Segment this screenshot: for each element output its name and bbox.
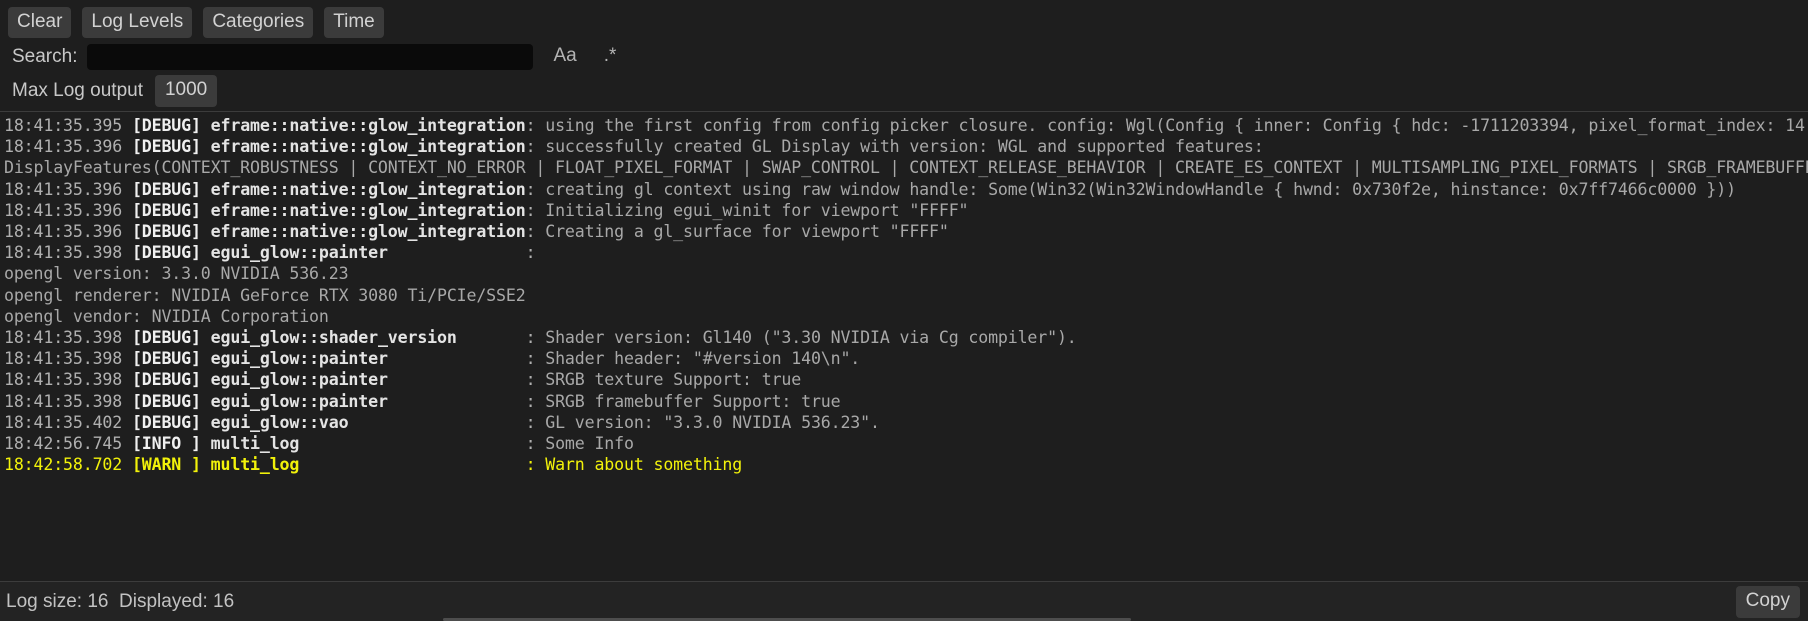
log-target: eframe::native::glow_integration bbox=[210, 179, 526, 199]
log-level-badge: [WARN ] bbox=[131, 455, 211, 475]
log-timestamp: 18:41:35.395 bbox=[4, 116, 132, 135]
log-separator: : bbox=[525, 455, 546, 475]
log-message: SRGB framebuffer Support: true bbox=[545, 391, 841, 411]
max-log-output-value[interactable]: 1000 bbox=[154, 75, 218, 107]
log-timestamp: 18:41:35.398 bbox=[4, 243, 132, 263]
status-bar: Log size: 16 Displayed: 16 Copy bbox=[0, 582, 1808, 621]
log-viewer-window: Clear Log Levels Categories Time Search:… bbox=[0, 0, 1808, 621]
log-target: egui_glow::painter bbox=[210, 349, 526, 369]
log-target: multi_log bbox=[210, 434, 526, 454]
log-message: Warn about something bbox=[545, 455, 743, 475]
log-entry: 18:41:35.398 [DEBUG] egui_glow::painter … bbox=[4, 369, 1808, 390]
categories-button[interactable]: Categories bbox=[203, 6, 314, 38]
log-separator: : bbox=[525, 349, 546, 369]
log-entry: 18:41:35.396 [DEBUG] eframe::native::glo… bbox=[4, 179, 1808, 200]
log-separator: : bbox=[525, 179, 546, 199]
log-separator: : bbox=[525, 391, 546, 411]
log-target: eframe::native::glow_integration bbox=[210, 137, 526, 157]
log-separator: : bbox=[525, 434, 546, 454]
log-entry: 18:41:35.402 [DEBUG] egui_glow::vao : GL… bbox=[4, 412, 1808, 433]
log-timestamp: 18:41:35.398 bbox=[4, 370, 132, 390]
log-entry: 18:41:35.396 [DEBUG] eframe::native::glo… bbox=[4, 221, 1808, 242]
toolbar-button-row: Clear Log Levels Categories Time bbox=[8, 6, 1800, 38]
log-level-badge: [INFO ] bbox=[131, 434, 211, 454]
search-input[interactable] bbox=[87, 44, 534, 70]
clear-button[interactable]: Clear bbox=[8, 6, 72, 38]
copy-button[interactable]: Copy bbox=[1735, 585, 1800, 618]
log-timestamp: 18:41:35.398 bbox=[4, 349, 132, 369]
log-entry: 18:41:35.395 [DEBUG] eframe::native::glo… bbox=[4, 115, 1808, 136]
log-timestamp: 18:41:35.396 bbox=[4, 222, 132, 242]
log-entry: 18:41:35.396 [DEBUG] eframe::native::glo… bbox=[4, 200, 1808, 221]
log-separator: : bbox=[525, 412, 546, 432]
log-target: egui_glow::vao bbox=[210, 412, 526, 432]
log-separator: : bbox=[525, 222, 546, 242]
match-case-toggle[interactable]: Aa bbox=[546, 42, 583, 72]
log-timestamp: 18:42:58.702 bbox=[4, 455, 132, 475]
log-message: creating gl context using raw window han… bbox=[545, 179, 1736, 199]
log-target: eframe::native::glow_integration bbox=[210, 200, 526, 220]
log-entry: 18:41:35.396 [DEBUG] eframe::native::glo… bbox=[4, 136, 1808, 178]
log-entry: 18:42:58.702 [WARN ] multi_log : Warn ab… bbox=[4, 454, 1808, 475]
log-message: opengl version: 3.3.0 NVIDIA 536.23 open… bbox=[4, 264, 526, 326]
log-target: egui_glow::painter bbox=[210, 391, 526, 411]
max-log-output-label: Max Log output bbox=[12, 80, 143, 101]
log-timestamp: 18:41:35.402 bbox=[4, 412, 132, 432]
toolbar: Clear Log Levels Categories Time Search:… bbox=[0, 0, 1808, 107]
time-button[interactable]: Time bbox=[324, 6, 384, 38]
log-target: eframe::native::glow_integration bbox=[210, 116, 526, 135]
log-separator: : bbox=[525, 137, 546, 157]
log-timestamp: 18:42:56.745 bbox=[4, 434, 132, 454]
log-message: SRGB texture Support: true bbox=[545, 370, 802, 390]
log-level-badge: [DEBUG] bbox=[131, 328, 211, 348]
log-separator: : bbox=[525, 328, 546, 348]
search-row: Search: Aa .* bbox=[8, 41, 1800, 73]
log-separator: : bbox=[525, 116, 546, 135]
log-message: using the first config from config picke… bbox=[545, 116, 1808, 135]
log-separator: : bbox=[525, 370, 546, 390]
log-level-badge: [DEBUG] bbox=[131, 116, 211, 135]
log-message: Shader version: Gl140 ("3.30 NVIDIA via … bbox=[545, 328, 1077, 348]
log-timestamp: 18:41:35.398 bbox=[4, 391, 132, 411]
log-level-badge: [DEBUG] bbox=[131, 243, 211, 263]
log-level-badge: [DEBUG] bbox=[131, 179, 211, 199]
log-target: multi_log bbox=[210, 455, 526, 475]
log-level-badge: [DEBUG] bbox=[131, 349, 211, 369]
max-log-output-row: Max Log output 1000 bbox=[8, 75, 1800, 107]
log-entry: 18:41:35.398 [DEBUG] egui_glow::painter … bbox=[4, 348, 1808, 369]
log-timestamp: 18:41:35.396 bbox=[4, 179, 132, 199]
log-level-badge: [DEBUG] bbox=[131, 222, 211, 242]
horizontal-scrollbar[interactable] bbox=[0, 617, 1808, 621]
log-entry: 18:41:35.398 [DEBUG] egui_glow::painter … bbox=[4, 391, 1808, 412]
log-message: GL version: "3.3.0 NVIDIA 536.23". bbox=[545, 412, 880, 432]
log-separator: : bbox=[525, 200, 546, 220]
log-target: egui_glow::shader_version bbox=[210, 328, 526, 348]
log-entry: 18:41:35.398 [DEBUG] egui_glow::shader_v… bbox=[4, 327, 1808, 348]
log-level-badge: [DEBUG] bbox=[131, 137, 211, 157]
log-separator: : bbox=[525, 243, 546, 263]
log-entry: 18:42:56.745 [INFO ] multi_log : Some In… bbox=[4, 433, 1808, 454]
log-count-status: Log size: 16 Displayed: 16 bbox=[6, 590, 235, 612]
log-message: Some Info bbox=[545, 434, 634, 454]
log-message: Creating a gl_surface for viewport "FFFF… bbox=[545, 222, 949, 242]
log-levels-button[interactable]: Log Levels bbox=[82, 6, 193, 38]
log-level-badge: [DEBUG] bbox=[131, 391, 211, 411]
log-entry: 18:41:35.398 [DEBUG] egui_glow::painter … bbox=[4, 242, 1808, 327]
log-message: Initializing egui_winit for viewport "FF… bbox=[545, 200, 969, 220]
log-timestamp: 18:41:35.396 bbox=[4, 137, 132, 157]
log-target: egui_glow::painter bbox=[210, 370, 526, 390]
log-output-area[interactable]: 18:41:35.395 [DEBUG] eframe::native::glo… bbox=[0, 112, 1808, 581]
log-message: Shader header: "#version 140\n". bbox=[545, 349, 861, 369]
log-level-badge: [DEBUG] bbox=[131, 200, 211, 220]
regex-toggle[interactable]: .* bbox=[597, 42, 624, 72]
log-timestamp: 18:41:35.398 bbox=[4, 328, 132, 348]
log-level-badge: [DEBUG] bbox=[131, 370, 211, 390]
search-label: Search: bbox=[12, 46, 78, 67]
log-target: egui_glow::painter bbox=[210, 243, 526, 263]
log-target: eframe::native::glow_integration bbox=[210, 222, 526, 242]
log-level-badge: [DEBUG] bbox=[131, 412, 211, 432]
log-timestamp: 18:41:35.396 bbox=[4, 200, 132, 220]
